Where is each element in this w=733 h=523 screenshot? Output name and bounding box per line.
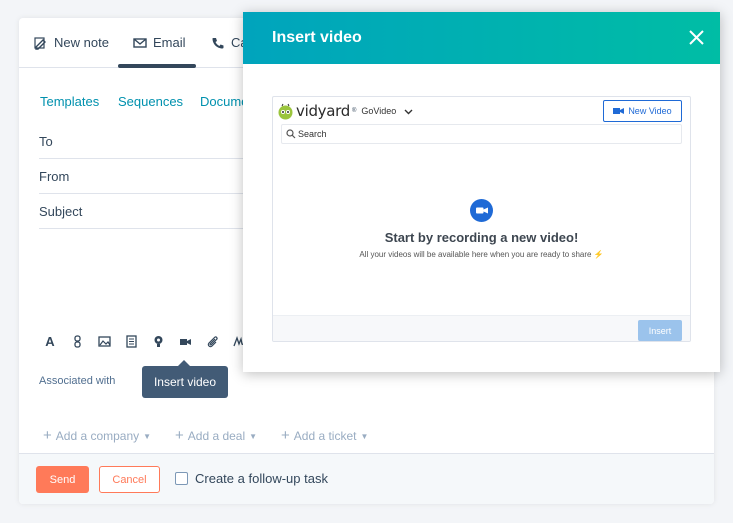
envelope-icon <box>133 37 147 48</box>
caret-down-icon: ▼ <box>143 431 152 441</box>
new-video-label: New Video <box>628 106 672 116</box>
vidyard-product-switcher[interactable]: vidyard ® GoVideo <box>277 102 413 120</box>
chevron-down-icon <box>404 109 413 114</box>
from-label: From <box>39 169 70 184</box>
tab-new-note[interactable]: New note <box>34 35 109 50</box>
followup-checkbox[interactable] <box>175 472 188 485</box>
subtab-templates[interactable]: Templates <box>40 94 99 109</box>
vidyard-brand: vidyard <box>296 102 350 120</box>
add-company-label: Add a company <box>55 429 140 443</box>
vidyard-footer: Insert <box>273 315 690 341</box>
plus-icon: + <box>43 427 52 444</box>
add-company-link[interactable]: + Add a company ▼ <box>43 427 152 444</box>
add-deal-link[interactable]: + Add a deal ▼ <box>175 427 258 444</box>
send-button[interactable]: Send <box>36 466 89 493</box>
empty-state-headline: Start by recording a new video! <box>384 230 579 245</box>
vidyard-logo-icon <box>278 103 293 119</box>
image-icon[interactable] <box>97 334 111 348</box>
insert-button[interactable]: Insert <box>638 320 682 341</box>
lightning-icon: ⚡ <box>593 250 604 259</box>
video-camera-icon <box>613 108 625 114</box>
subtab-sequences[interactable]: Sequences <box>118 94 183 109</box>
active-tab-indicator <box>118 64 196 68</box>
followup-label: Create a follow-up task <box>195 471 328 486</box>
associated-with-label: Associated with <box>39 375 116 387</box>
registered-mark: ® <box>351 108 357 114</box>
search-placeholder: Search <box>298 129 327 139</box>
subject-label: Subject <box>39 204 83 219</box>
vidyard-embed: vidyard ® GoVideo New Video Search Start … <box>272 96 691 342</box>
cancel-button[interactable]: Cancel <box>99 466 160 493</box>
phone-icon <box>212 37 224 48</box>
caret-down-icon: ▼ <box>249 431 258 441</box>
empty-state-subtext: All your videos will be available here w… <box>273 250 690 259</box>
tab-label: Email <box>153 35 186 50</box>
plus-icon: + <box>281 427 290 444</box>
composer-footer: Send Cancel Create a follow-up task <box>19 453 714 504</box>
attachment-icon[interactable] <box>205 334 219 348</box>
subtab-documents[interactable]: Docume <box>200 94 248 109</box>
tab-email[interactable]: Email <box>133 35 186 50</box>
insert-video-tooltip: Insert video <box>142 360 228 398</box>
link-icon[interactable] <box>70 334 84 348</box>
to-label: To <box>39 134 53 149</box>
empty-state-subtext-label: All your videos will be available here w… <box>359 250 592 259</box>
followup-task-option[interactable]: Create a follow-up task <box>175 471 328 486</box>
record-camera-icon <box>470 199 493 222</box>
vidyard-product: GoVideo <box>361 106 397 116</box>
video-search-input[interactable]: Search <box>281 124 682 144</box>
insert-video-modal: Insert video vidyard ® GoVideo New Video … <box>243 12 720 372</box>
tab-label: New note <box>54 35 109 50</box>
add-deal-label: Add a deal <box>187 429 246 443</box>
caret-down-icon: ▼ <box>360 431 369 441</box>
knowledge-icon[interactable] <box>151 334 165 348</box>
snippet-icon[interactable] <box>124 334 138 348</box>
text-style-icon[interactable]: A <box>43 334 57 349</box>
search-icon <box>286 129 296 139</box>
close-icon[interactable] <box>689 30 704 45</box>
add-ticket-link[interactable]: + Add a ticket ▼ <box>281 427 369 444</box>
modal-header: Insert video <box>243 12 720 64</box>
plus-icon: + <box>175 427 184 444</box>
add-ticket-label: Add a ticket <box>293 429 357 443</box>
pencil-icon <box>34 36 46 50</box>
video-icon[interactable] <box>178 334 192 348</box>
new-video-button[interactable]: New Video <box>603 100 682 122</box>
modal-title: Insert video <box>272 29 362 46</box>
